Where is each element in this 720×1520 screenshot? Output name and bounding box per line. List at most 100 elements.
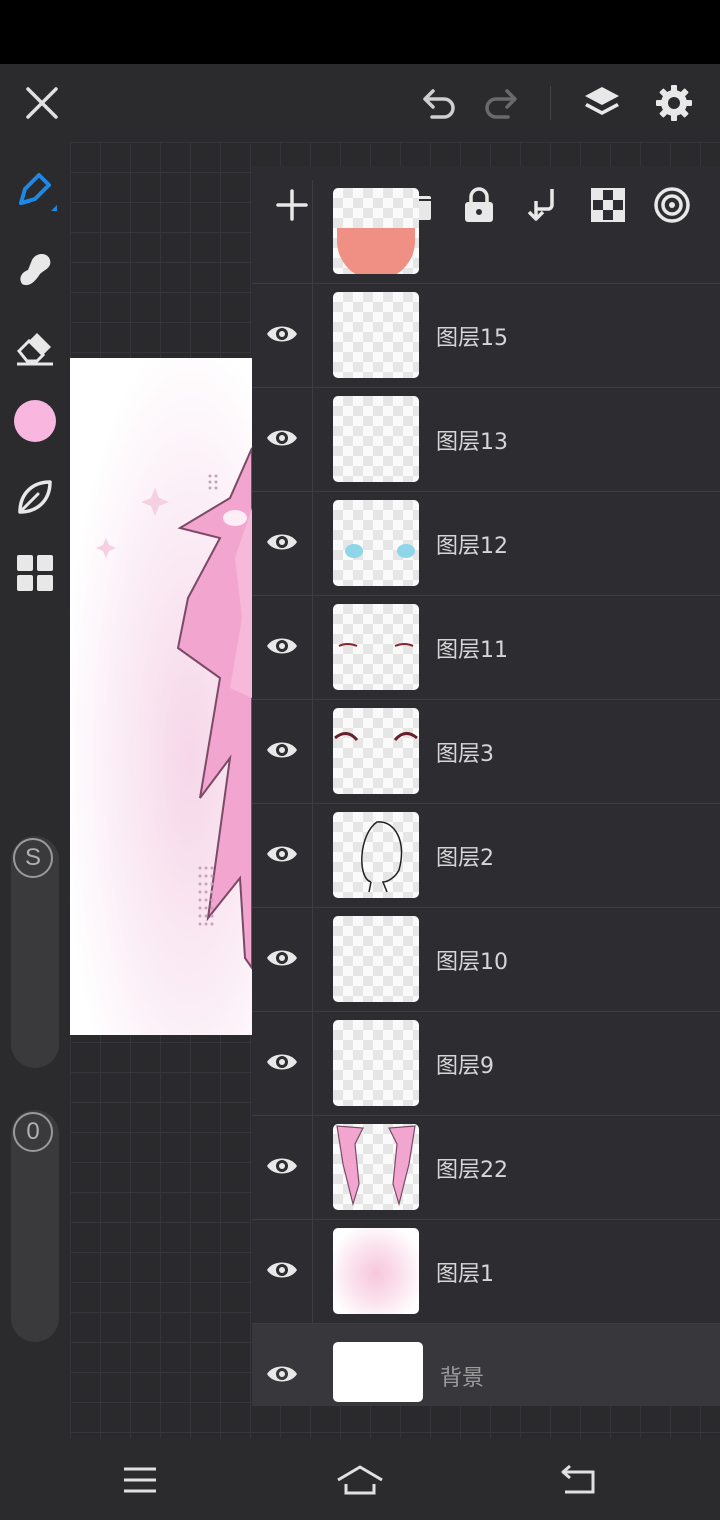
row-divider	[312, 804, 313, 908]
layer-name: 图层22	[436, 1158, 508, 1183]
layer-thumbnail	[333, 1020, 419, 1106]
layer-name: 图层10	[436, 950, 508, 975]
layer-thumbnail	[333, 396, 419, 482]
layer-name: 图层3	[436, 742, 494, 767]
layer-row[interactable]: 图层2	[252, 804, 720, 908]
smudge-tool[interactable]	[8, 242, 62, 296]
layer-name: 图层13	[436, 430, 508, 455]
visibility-toggle[interactable]	[262, 626, 302, 666]
back-button[interactable]	[549, 1450, 609, 1510]
row-divider	[312, 180, 313, 284]
row-divider	[312, 1220, 313, 1324]
layer-row[interactable]: 图层9	[252, 1012, 720, 1116]
close-button[interactable]	[10, 64, 74, 142]
opacity-label: 0	[26, 1118, 40, 1145]
pen-icon	[19, 173, 57, 211]
system-nav-bar	[0, 1438, 720, 1520]
layer-name: 图层9	[436, 1054, 494, 1079]
eye-icon	[267, 742, 297, 758]
layers-button[interactable]	[570, 64, 634, 142]
eraser-tool[interactable]	[8, 318, 62, 372]
layer-thumbnail	[333, 604, 419, 690]
visibility-toggle[interactable]	[262, 1042, 302, 1082]
smudge-icon	[20, 254, 51, 286]
layer-thumbnail	[333, 812, 419, 898]
undo-icon	[423, 89, 455, 119]
top-bar	[0, 64, 720, 142]
row-divider	[312, 908, 313, 1012]
visibility-toggle[interactable]	[262, 1146, 302, 1186]
color-swatch[interactable]	[8, 394, 62, 448]
size-label: S	[24, 844, 41, 871]
eye-icon	[267, 950, 297, 966]
redo-button[interactable]	[470, 64, 534, 142]
undo-button[interactable]	[406, 64, 470, 142]
eye-icon	[267, 1366, 297, 1382]
settings-button[interactable]	[642, 64, 706, 142]
redo-icon	[485, 89, 517, 119]
layer-thumbnail	[333, 1228, 419, 1314]
row-divider	[312, 596, 313, 700]
visibility-toggle[interactable]	[262, 1354, 302, 1394]
row-divider	[312, 492, 313, 596]
layer-thumbnail	[333, 916, 419, 1002]
eye-icon	[267, 430, 297, 446]
eye-icon	[267, 534, 297, 550]
visibility-toggle[interactable]	[262, 834, 302, 874]
grid-icon	[17, 555, 53, 591]
eye-icon	[267, 1262, 297, 1278]
layer-row[interactable]: 图层3	[252, 700, 720, 804]
layer-name: 图层1	[436, 1262, 494, 1287]
eye-icon	[267, 326, 297, 342]
layer-row[interactable]: 图层15	[252, 284, 720, 388]
layer-row-partial[interactable]	[252, 180, 720, 284]
row-divider	[312, 700, 313, 804]
layer-row[interactable]: 图层1	[252, 1220, 720, 1324]
eraser-icon	[16, 333, 53, 366]
layer-thumbnail	[333, 1124, 419, 1210]
left-toolbar: S 0	[0, 142, 70, 1438]
visibility-toggle[interactable]	[262, 418, 302, 458]
layers-icon	[585, 87, 619, 115]
visibility-toggle[interactable]	[262, 314, 302, 354]
leaf-tool[interactable]	[8, 470, 62, 524]
layer-row[interactable]: 图层22	[252, 1116, 720, 1220]
layer-thumbnail	[333, 292, 419, 378]
layer-thumbnail	[333, 1342, 423, 1402]
row-divider	[312, 1116, 313, 1220]
grid-tool[interactable]	[8, 546, 62, 600]
visibility-toggle[interactable]	[262, 1250, 302, 1290]
leaf-icon	[18, 480, 52, 514]
home-icon	[337, 1465, 383, 1495]
eye-icon	[267, 1158, 297, 1174]
layer-row[interactable]: 图层13	[252, 388, 720, 492]
artwork	[96, 447, 252, 970]
status-bar	[0, 0, 720, 64]
close-icon	[26, 87, 58, 119]
visibility-toggle[interactable]	[262, 522, 302, 562]
pen-tool[interactable]	[8, 164, 62, 218]
home-button[interactable]	[330, 1450, 390, 1510]
layer-thumbnail	[333, 708, 419, 794]
eye-icon	[267, 846, 297, 862]
layer-name: 图层15	[436, 326, 508, 351]
eye-icon	[267, 1054, 297, 1070]
visibility-toggle[interactable]	[262, 938, 302, 978]
menu-icon	[124, 1467, 156, 1493]
eye-icon	[267, 638, 297, 654]
row-divider	[312, 1012, 313, 1116]
color-swatch-circle	[14, 400, 56, 442]
layer-thumbnail	[333, 500, 419, 586]
back-icon	[561, 1464, 595, 1494]
visibility-toggle[interactable]	[262, 730, 302, 770]
layer-name: 图层11	[436, 638, 508, 663]
layer-row-background[interactable]: 背景	[252, 1324, 720, 1406]
layer-row[interactable]: 图层12	[252, 492, 720, 596]
menu-button[interactable]	[110, 1450, 170, 1510]
layer-row[interactable]: 图层11	[252, 596, 720, 700]
layer-row[interactable]: 图层10	[252, 908, 720, 1012]
layer-thumbnail	[333, 188, 419, 274]
size-slider-knob[interactable]: S	[13, 838, 53, 878]
drawing-canvas[interactable]	[70, 358, 252, 1035]
opacity-slider-knob[interactable]: 0	[13, 1112, 53, 1152]
